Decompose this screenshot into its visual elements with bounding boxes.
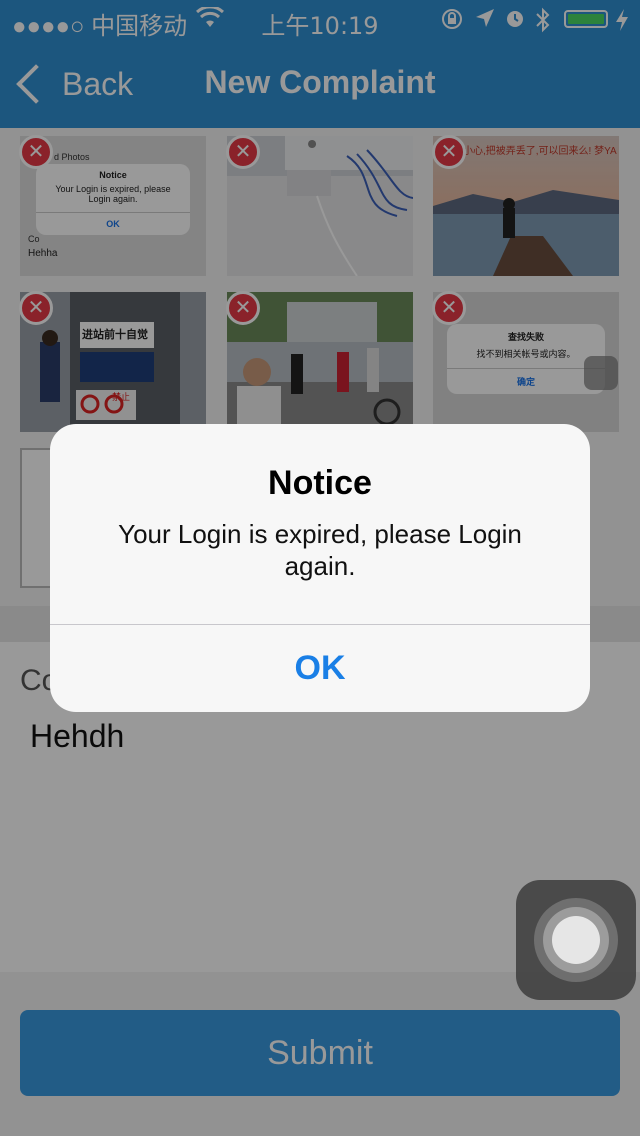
alert-title: Notice: [268, 464, 372, 502]
assistive-touch-button[interactable]: [516, 880, 636, 1000]
alert-dialog: Notice Your Login is expired, please Log…: [50, 424, 590, 712]
assistive-touch-center-icon: [552, 916, 600, 964]
alert-message: Your Login is expired, please Login agai…: [118, 519, 522, 581]
alert-ok-button[interactable]: OK: [50, 625, 590, 712]
